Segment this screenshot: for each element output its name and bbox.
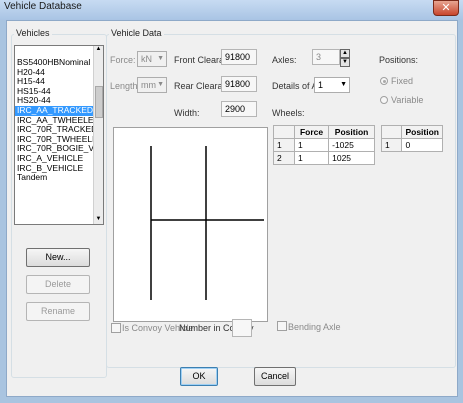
vehicles-scrollbar[interactable]: ▲ ▼	[93, 46, 103, 224]
length-unit-select[interactable]: mm ▼	[137, 77, 167, 93]
cancel-button[interactable]: Cancel	[254, 367, 296, 386]
position-cell[interactable]: 1025	[328, 151, 375, 165]
front-clearance-field[interactable]: 91800	[221, 49, 257, 65]
table-row[interactable]: 1 1 -1025	[273, 138, 375, 152]
table-row[interactable]: 10	[380, 138, 443, 152]
ok-button[interactable]: OK	[180, 367, 218, 386]
details-of-axle-value: 1	[318, 80, 324, 90]
axles-field[interactable]: 3	[312, 49, 340, 65]
positions-table-header: Position	[380, 125, 443, 139]
close-icon[interactable]: ✕	[441, 2, 450, 14]
wheels-table[interactable]: Force Position 1 1 -1025 2 1 1025	[273, 125, 375, 165]
scroll-thumb[interactable]	[95, 86, 103, 118]
number-in-convoy-field[interactable]	[232, 319, 252, 337]
chevron-down-icon: ▼	[340, 81, 347, 88]
bending-axle-checkbox[interactable]	[277, 321, 287, 331]
rear-clearance-field[interactable]: 91800	[221, 76, 257, 92]
fixed-radio[interactable]	[380, 77, 388, 85]
table-row[interactable]: 2 1 1025	[273, 151, 375, 165]
force-label: Force:	[110, 55, 136, 65]
vehicle-list-item[interactable]: Tandem	[15, 173, 103, 183]
scroll-down-icon[interactable]: ▼	[95, 216, 102, 224]
delete-button[interactable]: Delete	[26, 275, 90, 294]
details-of-axle-select[interactable]: 1 ▼	[314, 77, 350, 93]
vehicle-database-window: Vehicle Database ✕ Vehicles BS5400HBNomi…	[0, 0, 463, 403]
force-cell[interactable]: 1	[293, 151, 330, 165]
window-title: Vehicle Database	[4, 1, 82, 12]
width-label: Width:	[174, 108, 200, 118]
wheels-header-force: Force	[293, 125, 330, 139]
length-label: Length:	[110, 81, 141, 91]
chevron-down-icon: ▼	[157, 81, 164, 88]
row-number-cell[interactable]: 1	[380, 138, 403, 152]
row-number-cell[interactable]: 1	[273, 138, 295, 152]
positions-label: Positions:	[379, 55, 419, 65]
vehicles-listbox[interactable]: BS5400HBNominal H20-44 H15-44 HS15-44 HS20-4…	[14, 45, 104, 225]
width-field[interactable]: 2900	[221, 101, 257, 117]
title-bar[interactable]: Vehicle Database ✕	[0, 0, 463, 20]
new-button[interactable]: New...	[26, 248, 90, 267]
length-unit-value: mm	[141, 80, 156, 90]
positions-table[interactable]: Position 10	[380, 125, 443, 152]
wheels-label: Wheels:	[272, 108, 305, 118]
variable-label: Variable	[391, 95, 424, 105]
force-unit-value: kN	[141, 54, 152, 64]
dialog-client-area: Vehicles BS5400HBNominal H20-44 H15-44 HS15…	[6, 20, 458, 397]
vehicle-data-group-label: Vehicle Data	[109, 28, 164, 38]
rename-button[interactable]: Rename	[26, 302, 90, 321]
bending-axle-label: Bending Axle	[288, 322, 341, 332]
scroll-up-icon[interactable]: ▲	[95, 46, 102, 54]
row-number-cell[interactable]: 2	[273, 151, 295, 165]
positions-header-position: Position	[401, 125, 443, 139]
close-button[interactable]: ✕	[433, 0, 459, 16]
is-convoy-vehicle-checkbox[interactable]	[111, 323, 121, 333]
force-cell[interactable]: 1	[293, 138, 330, 152]
axles-label: Axles:	[272, 55, 297, 65]
vehicles-list: BS5400HBNominal H20-44 H15-44 HS15-44 HS20-4…	[15, 46, 103, 183]
wheels-header-position: Position	[328, 125, 375, 139]
force-unit-select[interactable]: kN ▼	[137, 51, 167, 67]
vehicles-group-label: Vehicles	[14, 28, 52, 38]
vehicle-diagram	[150, 146, 264, 300]
position-cell[interactable]: -1025	[328, 138, 375, 152]
positions-corner-cell	[380, 125, 403, 139]
axles-spin-up-icon[interactable]: ▲	[340, 49, 350, 58]
wheels-corner-cell	[273, 125, 295, 139]
axles-spin-down-icon[interactable]: ▼	[340, 58, 350, 67]
chevron-down-icon: ▼	[157, 55, 164, 62]
fixed-label: Fixed	[391, 76, 414, 86]
variable-radio[interactable]	[380, 96, 388, 104]
vehicle-diagram-canvas	[113, 127, 268, 322]
position-cell[interactable]: 0	[401, 138, 443, 152]
wheels-table-header: Force Position	[273, 125, 375, 139]
